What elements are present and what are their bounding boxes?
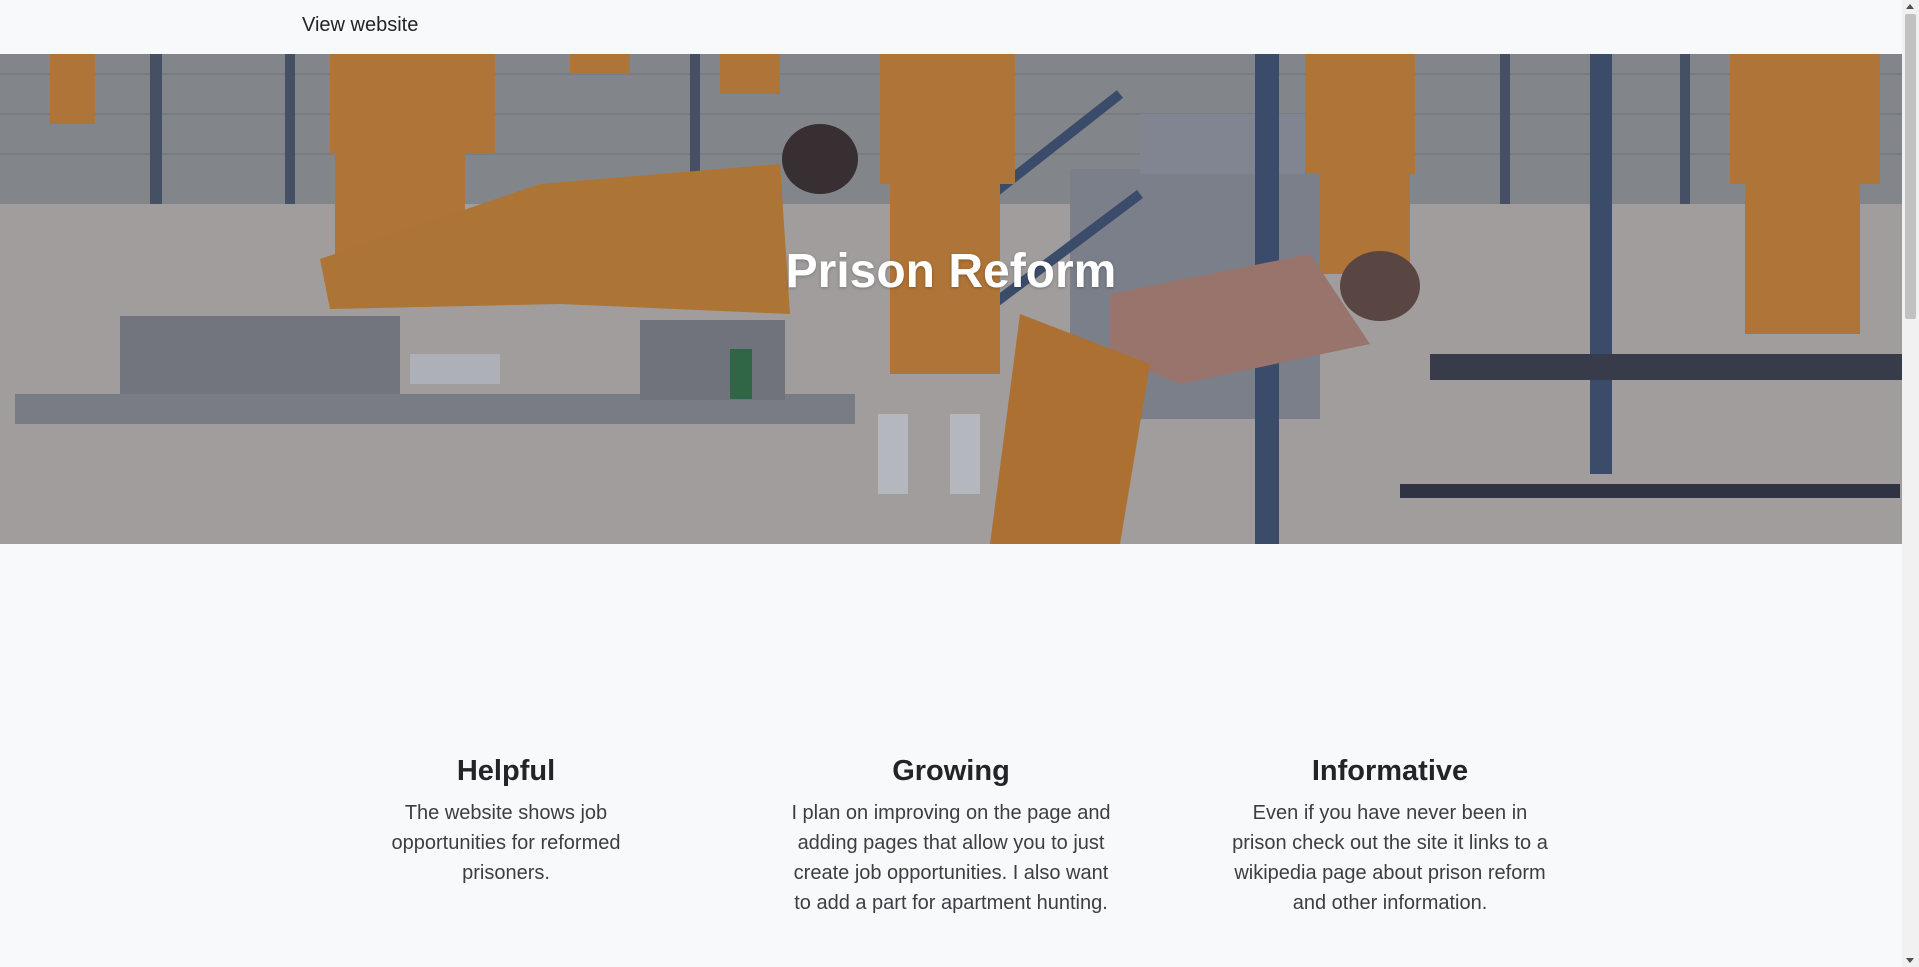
feature-growing: Growing I plan on improving on the page …	[791, 755, 1111, 918]
hero-title: Prison Reform	[785, 245, 1117, 298]
feature-text: The website shows job opportunities for …	[391, 802, 621, 884]
scroll-down-arrow-icon[interactable]	[1906, 958, 1914, 963]
feature-text: Even if you have never been in prison ch…	[1232, 802, 1548, 914]
feature-title: Helpful	[456, 755, 556, 787]
feature-text: I plan on improving on the page and addi…	[791, 802, 1111, 914]
feature-title: Growing	[892, 755, 1010, 787]
hero-section: Prison Reform	[0, 54, 1902, 544]
vertical-scrollbar[interactable]	[1902, 0, 1919, 967]
navbar: View website	[0, 0, 1902, 54]
feature-helpful: Helpful The website shows job opportunit…	[346, 755, 666, 888]
page: View website Prison Reform Helpful The w…	[0, 0, 1919, 967]
page-content: View website Prison Reform Helpful The w…	[0, 0, 1902, 967]
feature-informative: Informative Even if you have never been …	[1230, 755, 1550, 918]
scroll-up-arrow-icon[interactable]	[1906, 4, 1914, 9]
feature-title: Informative	[1311, 755, 1469, 787]
hero-overlay	[0, 54, 1902, 544]
scrollbar-thumb[interactable]	[1905, 14, 1916, 319]
view-website-link[interactable]: View website	[302, 14, 418, 37]
